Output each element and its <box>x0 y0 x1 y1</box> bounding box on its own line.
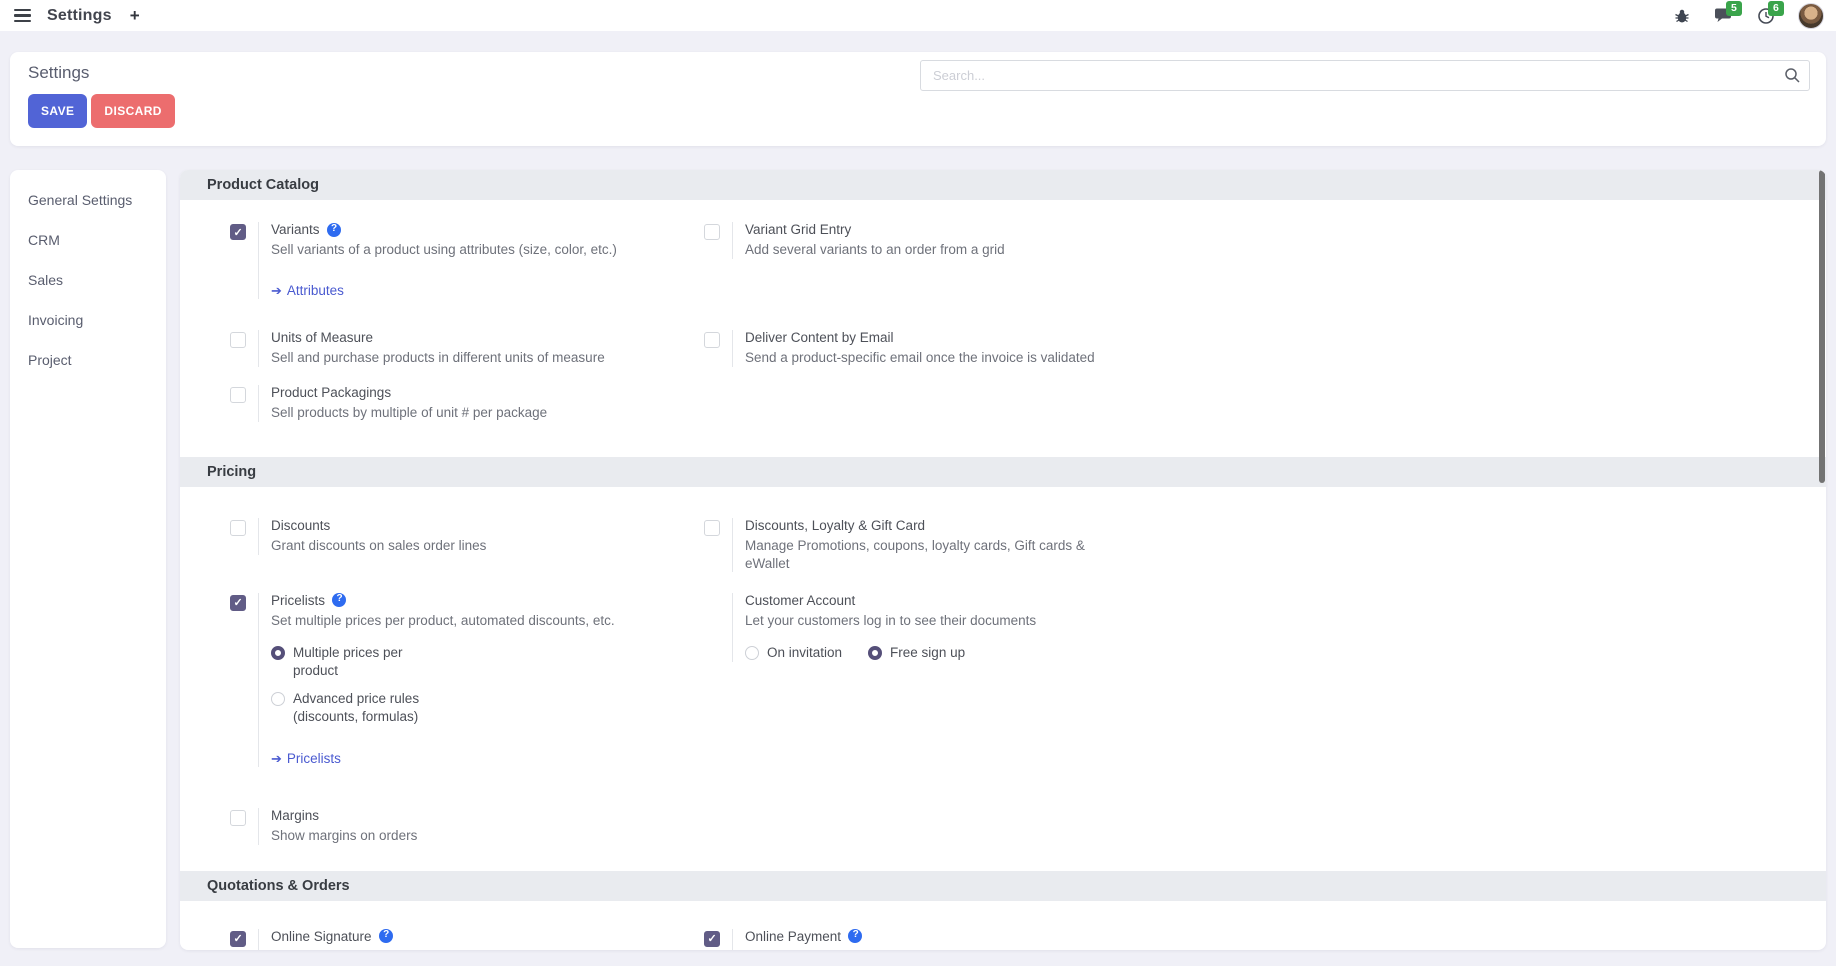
online-signature-checkbox[interactable] <box>230 931 246 947</box>
setting-description: Sell products by multiple of unit # per … <box>271 404 547 422</box>
setting-online-payment: Online Payment Request an online payment… <box>704 929 1826 950</box>
search-input[interactable] <box>920 60 1810 91</box>
arrow-right-icon <box>271 283 287 299</box>
setting-description: Add several variants to an order from a … <box>745 241 1005 259</box>
setting-variants: Variants Sell variants of a product usin… <box>230 222 704 299</box>
setting-description: Sell and purchase products in different … <box>271 349 605 367</box>
setting-discounts: Discounts Grant discounts on sales order… <box>230 518 704 555</box>
activities-count-badge: 6 <box>1768 1 1784 16</box>
units-of-measure-checkbox[interactable] <box>230 332 246 348</box>
margins-checkbox[interactable] <box>230 810 246 826</box>
page-title: Settings <box>28 63 89 83</box>
section-header-quotations-orders: Quotations & Orders <box>180 871 1826 901</box>
help-icon[interactable] <box>848 929 862 943</box>
arrow-right-icon <box>271 751 287 767</box>
setting-label: Product Packagings <box>271 385 391 400</box>
setting-label: Margins <box>271 808 319 823</box>
sidebar-item-project[interactable]: Project <box>10 340 166 380</box>
radio-advanced-price-rules[interactable]: Advanced price rules (discounts, formula… <box>271 690 436 726</box>
setting-description: Request an online signature to confirm o… <box>271 948 544 950</box>
pricelists-link[interactable]: Pricelists <box>271 751 615 767</box>
settings-panel: Product Catalog Variants Sell variants o… <box>180 170 1826 950</box>
radio-multiple-prices-per-product[interactable]: Multiple prices per product <box>271 644 436 680</box>
setting-pricelists: Pricelists Set multiple prices per produ… <box>230 593 704 767</box>
setting-customer-account: Customer Account Let your customers log … <box>704 593 1826 662</box>
setting-description: Send a product-specific email once the i… <box>745 349 1095 367</box>
section-header-product-catalog: Product Catalog <box>180 170 1826 200</box>
sidebar-item-invoicing[interactable]: Invoicing <box>10 300 166 340</box>
setting-variant-grid-entry: Variant Grid Entry Add several variants … <box>704 222 1826 259</box>
radio-selected-icon <box>868 646 882 660</box>
discounts-checkbox[interactable] <box>230 520 246 536</box>
help-icon[interactable] <box>332 593 346 607</box>
messages-chat-icon[interactable]: 5 <box>1714 6 1734 26</box>
setting-label: Pricelists <box>271 593 325 608</box>
chat-count-badge: 5 <box>1726 1 1742 16</box>
setting-product-packagings: Product Packagings Sell products by mult… <box>230 385 704 422</box>
setting-label: Variant Grid Entry <box>745 222 851 237</box>
vertical-scrollbar[interactable] <box>1819 170 1825 483</box>
setting-description: Let your customers log in to see their d… <box>745 612 1036 630</box>
sidebar-item-sales[interactable]: Sales <box>10 260 166 300</box>
setting-label: Online Payment <box>745 929 841 944</box>
section-header-pricing: Pricing <box>180 457 1826 487</box>
variant-grid-entry-checkbox[interactable] <box>704 224 720 240</box>
setting-label: Discounts, Loyalty & Gift Card <box>745 518 925 533</box>
settings-header-card: Settings SAVE DISCARD <box>10 52 1826 146</box>
setting-description: Manage Promotions, coupons, loyalty card… <box>745 537 1117 573</box>
debug-bug-icon[interactable] <box>1672 6 1692 26</box>
setting-units-of-measure: Units of Measure Sell and purchase produ… <box>230 330 704 367</box>
setting-online-signature: Online Signature Request an online signa… <box>230 929 704 950</box>
setting-label: Units of Measure <box>271 330 373 345</box>
setting-deliver-content-by-email: Deliver Content by Email Send a product-… <box>704 330 1826 367</box>
radio-unselected-icon <box>271 692 285 706</box>
new-tab-plus-button[interactable]: + <box>126 6 144 26</box>
help-icon[interactable] <box>327 223 341 237</box>
user-avatar[interactable] <box>1798 3 1824 29</box>
variants-checkbox[interactable] <box>230 224 246 240</box>
radio-free-sign-up[interactable]: Free sign up <box>868 644 965 662</box>
setting-label: Variants <box>271 222 320 237</box>
save-button[interactable]: SAVE <box>28 94 87 128</box>
setting-discounts-loyalty-gift-card: Discounts, Loyalty & Gift Card Manage Pr… <box>704 518 1826 573</box>
setting-description: Show margins on orders <box>271 827 417 845</box>
radio-on-invitation[interactable]: On invitation <box>745 644 842 662</box>
deliver-content-by-email-checkbox[interactable] <box>704 332 720 348</box>
setting-label: Discounts <box>271 518 330 533</box>
setting-label: Customer Account <box>745 593 855 608</box>
checkbox-spacer <box>704 593 720 662</box>
search-icon[interactable] <box>1784 67 1801 89</box>
help-icon[interactable] <box>379 929 393 943</box>
setting-margins: Margins Show margins on orders <box>230 808 704 845</box>
sidebar-item-crm[interactable]: CRM <box>10 220 166 260</box>
pricelists-checkbox[interactable] <box>230 595 246 611</box>
discounts-loyalty-gift-card-checkbox[interactable] <box>704 520 720 536</box>
setting-description: Grant discounts on sales order lines <box>271 537 486 555</box>
settings-sidebar: General Settings CRM Sales Invoicing Pro… <box>10 170 166 948</box>
radio-unselected-icon <box>745 646 759 660</box>
attributes-link[interactable]: Attributes <box>271 283 617 299</box>
product-packagings-checkbox[interactable] <box>230 387 246 403</box>
radio-selected-icon <box>271 646 285 660</box>
setting-description: Set multiple prices per product, automat… <box>271 612 615 630</box>
setting-label: Deliver Content by Email <box>745 330 894 345</box>
top-navbar: Settings + 5 6 <box>0 0 1836 31</box>
hamburger-menu-icon[interactable] <box>12 7 33 25</box>
setting-description: Request an online payment to confirm ord… <box>745 948 1014 950</box>
discard-button[interactable]: DISCARD <box>91 94 174 128</box>
online-payment-checkbox[interactable] <box>704 931 720 947</box>
setting-description: Sell variants of a product using attribu… <box>271 241 617 259</box>
activities-clock-icon[interactable]: 6 <box>1756 6 1776 26</box>
setting-label: Online Signature <box>271 929 372 944</box>
sidebar-item-general-settings[interactable]: General Settings <box>10 180 166 220</box>
app-title[interactable]: Settings <box>47 7 112 25</box>
